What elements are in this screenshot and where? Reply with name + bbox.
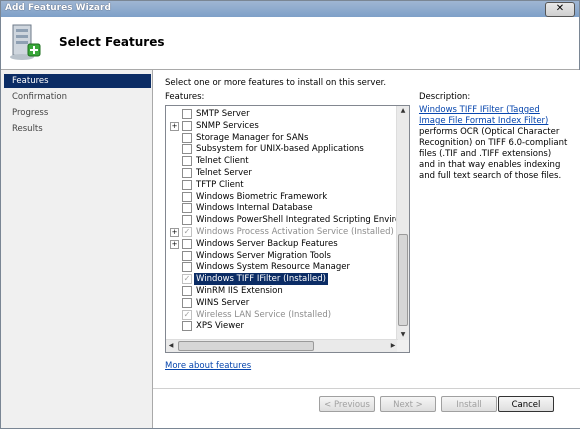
feature-checkbox: ✓: [182, 274, 192, 285]
feature-checkbox[interactable]: [182, 297, 192, 308]
features-tree[interactable]: SMTP Server + SNMP Services Storage Manager…: [165, 105, 410, 353]
feature-row[interactable]: Windows PowerShell Integrated Scripting …: [166, 214, 398, 226]
close-button[interactable]: ✕: [545, 2, 575, 17]
feature-label: Windows PowerShell Integrated Scripting …: [196, 215, 398, 226]
feature-row[interactable]: XPS Viewer: [166, 320, 398, 332]
feature-row[interactable]: Windows System Resource Manager: [166, 261, 398, 273]
feature-row[interactable]: WinRM IIS Extension: [166, 285, 398, 297]
wizard-steps: Features Confirmation Progress Results: [1, 70, 151, 428]
feature-checkbox[interactable]: [182, 321, 192, 332]
feature-label: SNMP Services: [196, 120, 259, 131]
feature-checkbox[interactable]: [182, 238, 192, 249]
feature-checkbox[interactable]: [182, 120, 192, 131]
feature-label: Wireless LAN Service (Installed): [196, 309, 332, 320]
divider: [153, 388, 580, 389]
feature-label: Windows System Resource Manager: [196, 262, 350, 273]
feature-label: Windows Process Activation Service (Inst…: [196, 227, 394, 237]
title-bar[interactable]: Add Features Wizard ✕: [1, 1, 579, 17]
feature-checkbox[interactable]: [182, 286, 192, 296]
feature-row[interactable]: Telnet Client: [166, 155, 398, 167]
feature-row[interactable]: WINS Server: [166, 297, 398, 309]
feature-label: Windows Biometric Framework: [196, 191, 328, 202]
more-about-features-link[interactable]: More about features: [165, 361, 251, 371]
install-button[interactable]: Install: [441, 396, 497, 412]
feature-checkbox[interactable]: [182, 109, 192, 119]
feature-row[interactable]: Subsystem for UNIX-based Applications: [166, 143, 398, 155]
feature-row[interactable]: + ✓ Windows Process Activation Service (In…: [166, 226, 398, 238]
feature-checkbox: ✓: [182, 227, 192, 237]
step-results: Results: [12, 124, 43, 134]
description-label: Description:: [419, 92, 471, 102]
feature-label: WINS Server: [196, 297, 250, 308]
expand-icon[interactable]: +: [170, 121, 179, 131]
feature-checkbox[interactable]: [182, 144, 192, 155]
main-panel: Select one or more features to install o…: [152, 70, 580, 428]
step-progress: Progress: [12, 108, 49, 118]
feature-checkbox[interactable]: [182, 179, 192, 190]
feature-label: XPS Viewer: [196, 321, 244, 332]
feature-checkbox[interactable]: [182, 132, 192, 143]
feature-row[interactable]: ✓ Wireless LAN Service (Installed): [166, 309, 398, 321]
horizontal-scrollbar[interactable]: ◀ ▶: [166, 339, 398, 352]
cancel-button[interactable]: Cancel: [498, 396, 554, 412]
window-title: Add Features Wizard: [5, 3, 111, 13]
step-confirmation: Confirmation: [12, 92, 67, 102]
feature-label: Storage Manager for SANs: [196, 132, 309, 143]
next-button[interactable]: Next >: [380, 396, 436, 412]
feature-row[interactable]: SMTP Server: [166, 108, 398, 120]
server-add-icon: [10, 24, 41, 60]
feature-checkbox[interactable]: [182, 262, 192, 273]
scroll-up-icon[interactable]: ▲: [397, 106, 409, 116]
feature-label: Windows Server Backup Features: [196, 238, 338, 249]
wizard-header: Select Features: [1, 17, 579, 70]
feature-label: Windows TIFF IFilter (Installed): [193, 272, 329, 287]
expand-icon[interactable]: +: [170, 239, 179, 249]
features-label: Features:: [165, 92, 205, 102]
previous-button[interactable]: < Previous: [319, 396, 375, 412]
horizontal-scroll-thumb[interactable]: [178, 341, 314, 351]
wizard-window: Add Features Wizard ✕ Select Features Fe…: [0, 0, 580, 429]
feature-label: Telnet Client: [196, 156, 249, 167]
feature-label: Windows Internal Database: [196, 203, 313, 214]
feature-checkbox[interactable]: [182, 203, 192, 214]
feature-label: SMTP Server: [196, 109, 250, 119]
feature-checkbox[interactable]: [182, 191, 192, 202]
feature-row[interactable]: Windows Server Migration Tools: [166, 250, 398, 262]
feature-label: Subsystem for UNIX-based Applications: [196, 144, 364, 155]
feature-row[interactable]: Windows Internal Database: [166, 202, 398, 214]
feature-row[interactable]: Telnet Server: [166, 167, 398, 179]
feature-label: Telnet Server: [196, 168, 252, 178]
feature-row[interactable]: ✓ Windows TIFF IFilter (Installed): [166, 272, 398, 287]
feature-checkbox[interactable]: [182, 156, 192, 167]
feature-label: Windows Server Migration Tools: [196, 250, 331, 261]
description-text: performs OCR (Optical Character Recognit…: [419, 127, 568, 181]
intro-text: Select one or more features to install o…: [165, 78, 387, 88]
description-panel: Windows TIFF IFilter (Tagged Image File …: [419, 105, 569, 182]
vertical-scrollbar[interactable]: ▲ ▼: [396, 106, 409, 340]
description-link[interactable]: Windows TIFF IFilter (Tagged Image File …: [419, 105, 548, 126]
features-list: SMTP Server + SNMP Services Storage Manager…: [166, 106, 398, 340]
feature-checkbox[interactable]: [182, 168, 192, 178]
scroll-left-icon[interactable]: ◀: [166, 340, 176, 352]
page-title: Select Features: [59, 35, 165, 49]
feature-row[interactable]: Windows Biometric Framework: [166, 191, 398, 203]
expand-icon[interactable]: +: [170, 228, 179, 237]
feature-row[interactable]: + Windows Server Backup Features: [166, 238, 398, 250]
feature-label: WinRM IIS Extension: [196, 286, 283, 296]
feature-checkbox[interactable]: [182, 215, 192, 226]
feature-checkbox[interactable]: [182, 250, 192, 261]
scroll-down-icon[interactable]: ▼: [397, 330, 409, 340]
vertical-scroll-thumb[interactable]: [398, 234, 408, 326]
feature-row[interactable]: TFTP Client: [166, 179, 398, 191]
feature-row[interactable]: + SNMP Services: [166, 120, 398, 132]
scrollbar-corner: [397, 340, 409, 352]
feature-row[interactable]: Storage Manager for SANs: [166, 132, 398, 144]
step-features[interactable]: Features: [4, 74, 151, 88]
feature-checkbox: ✓: [182, 309, 192, 320]
feature-label: TFTP Client: [196, 179, 244, 190]
